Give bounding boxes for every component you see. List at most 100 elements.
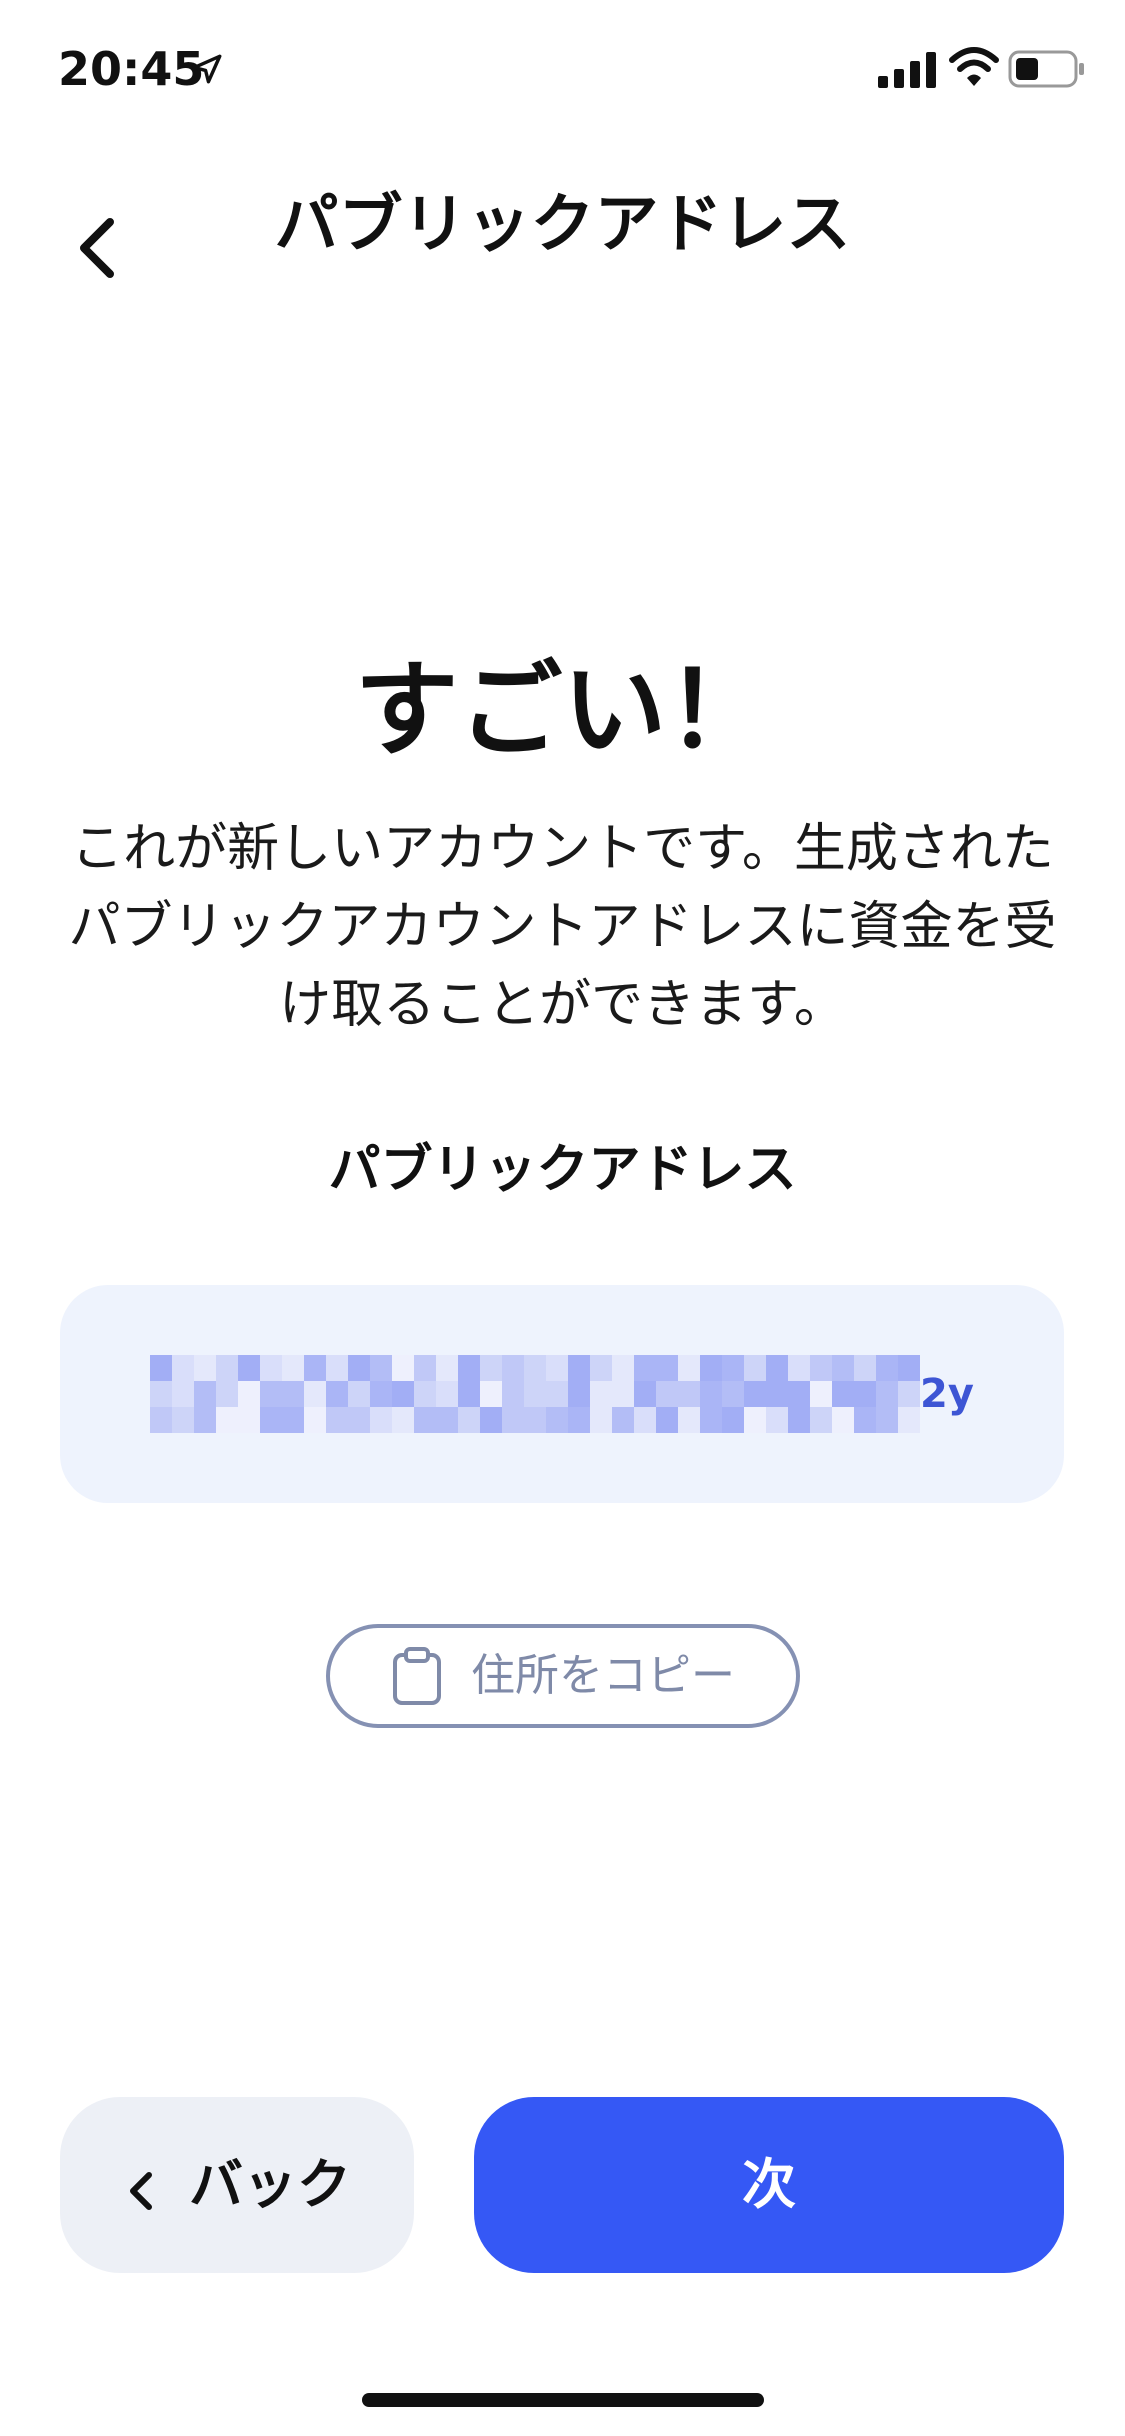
address-pixel — [370, 1381, 392, 1407]
address-pixel — [854, 1407, 876, 1433]
address-pixel — [326, 1381, 348, 1407]
address-pixel — [458, 1381, 480, 1407]
address-pixel — [788, 1407, 810, 1433]
location-arrow-icon — [192, 54, 222, 84]
address-pixel — [348, 1381, 370, 1407]
address-pixel — [700, 1381, 722, 1407]
address-pixel — [502, 1381, 524, 1407]
address-pixel — [436, 1407, 458, 1433]
address-pixel — [876, 1407, 898, 1433]
address-pixel — [480, 1407, 502, 1433]
back-button[interactable]: バック — [60, 2097, 414, 2273]
clipboard-icon — [393, 1647, 441, 1705]
address-pixel — [700, 1355, 722, 1381]
address-pixel — [260, 1355, 282, 1381]
home-indicator[interactable] — [362, 2393, 764, 2407]
address-pixel — [744, 1355, 766, 1381]
address-pixel — [634, 1407, 656, 1433]
next-button[interactable]: 次 — [474, 2097, 1064, 2273]
address-pixel — [150, 1381, 172, 1407]
address-pixel — [304, 1381, 326, 1407]
address-pixel — [238, 1381, 260, 1407]
address-pixel — [392, 1355, 414, 1381]
status-bar: 20:45 — [0, 0, 1125, 132]
address-pixel — [304, 1355, 326, 1381]
address-pixel — [502, 1407, 524, 1433]
address-pixel — [524, 1407, 546, 1433]
chevron-left-icon[interactable] — [68, 208, 128, 288]
copy-address-button[interactable]: 住所をコピー — [326, 1624, 800, 1728]
address-pixel — [876, 1355, 898, 1381]
address-pixel — [348, 1355, 370, 1381]
address-pixel — [634, 1381, 656, 1407]
address-pixel — [590, 1381, 612, 1407]
address-pixel — [810, 1355, 832, 1381]
description: これが新しいアカウントです。生成されたパブリックアカウントアドレスに資金を受け取… — [68, 819, 1057, 1035]
address-pixel — [568, 1355, 590, 1381]
address-pixel — [766, 1407, 788, 1433]
address-pixel — [238, 1407, 260, 1433]
address-pixel — [414, 1355, 436, 1381]
back-button-label: バック — [189, 2153, 351, 2216]
address-pixel — [832, 1407, 854, 1433]
address-pixel — [766, 1355, 788, 1381]
address-pixel — [282, 1407, 304, 1433]
address-pixel — [810, 1407, 832, 1433]
address-pixel — [568, 1381, 590, 1407]
address-pixel — [194, 1407, 216, 1433]
address-pixel — [524, 1381, 546, 1407]
address-pixel — [546, 1381, 568, 1407]
address-pixel — [612, 1381, 634, 1407]
address-pixel — [150, 1407, 172, 1433]
address-pixel — [414, 1381, 436, 1407]
address-pixel — [502, 1355, 524, 1381]
address-pixel — [744, 1407, 766, 1433]
address-pixel — [722, 1407, 744, 1433]
address-pixel — [678, 1355, 700, 1381]
address-pixel — [216, 1381, 238, 1407]
address-pixel — [788, 1355, 810, 1381]
address-pixel — [392, 1407, 414, 1433]
address-pixel — [524, 1355, 546, 1381]
address-pixel — [612, 1355, 634, 1381]
address-pixel — [238, 1355, 260, 1381]
address-pixel — [722, 1381, 744, 1407]
address-pixel — [810, 1381, 832, 1407]
address-pixel — [590, 1355, 612, 1381]
address-pixel — [590, 1407, 612, 1433]
address-pixel — [260, 1407, 282, 1433]
address-pixel — [546, 1407, 568, 1433]
address-pixel — [854, 1381, 876, 1407]
wifi-icon — [949, 47, 999, 86]
address-pixel — [458, 1355, 480, 1381]
address-pixel — [898, 1407, 920, 1433]
address-pixel — [260, 1381, 282, 1407]
page-title: パブリックアドレス — [274, 188, 851, 262]
address-pixel — [172, 1381, 194, 1407]
address-pixel — [788, 1381, 810, 1407]
address-pixel — [172, 1355, 194, 1381]
battery-icon — [1008, 50, 1084, 88]
address-pixel — [172, 1407, 194, 1433]
address-pixel — [678, 1381, 700, 1407]
address-pixel — [282, 1381, 304, 1407]
copy-button-label: 住所をコピー — [471, 1650, 735, 1701]
address-pixel — [282, 1355, 304, 1381]
address-pixel — [150, 1355, 172, 1381]
next-button-label: 次 — [742, 2153, 796, 2216]
address-pixel — [326, 1355, 348, 1381]
address-pixel — [326, 1407, 348, 1433]
address-pixel — [568, 1407, 590, 1433]
public-address-box[interactable]: 2y — [60, 1285, 1064, 1503]
address-pixel — [832, 1355, 854, 1381]
address-pixel — [832, 1381, 854, 1407]
address-pixel — [436, 1355, 458, 1381]
address-pixel — [348, 1407, 370, 1433]
address-pixel — [370, 1407, 392, 1433]
address-pixel — [656, 1381, 678, 1407]
status-time: 20:45 — [58, 42, 205, 96]
address-pixel — [414, 1407, 436, 1433]
address-pixel — [194, 1355, 216, 1381]
address-section-label: パブリックアドレス — [328, 1140, 797, 1200]
address-pixel — [304, 1407, 326, 1433]
